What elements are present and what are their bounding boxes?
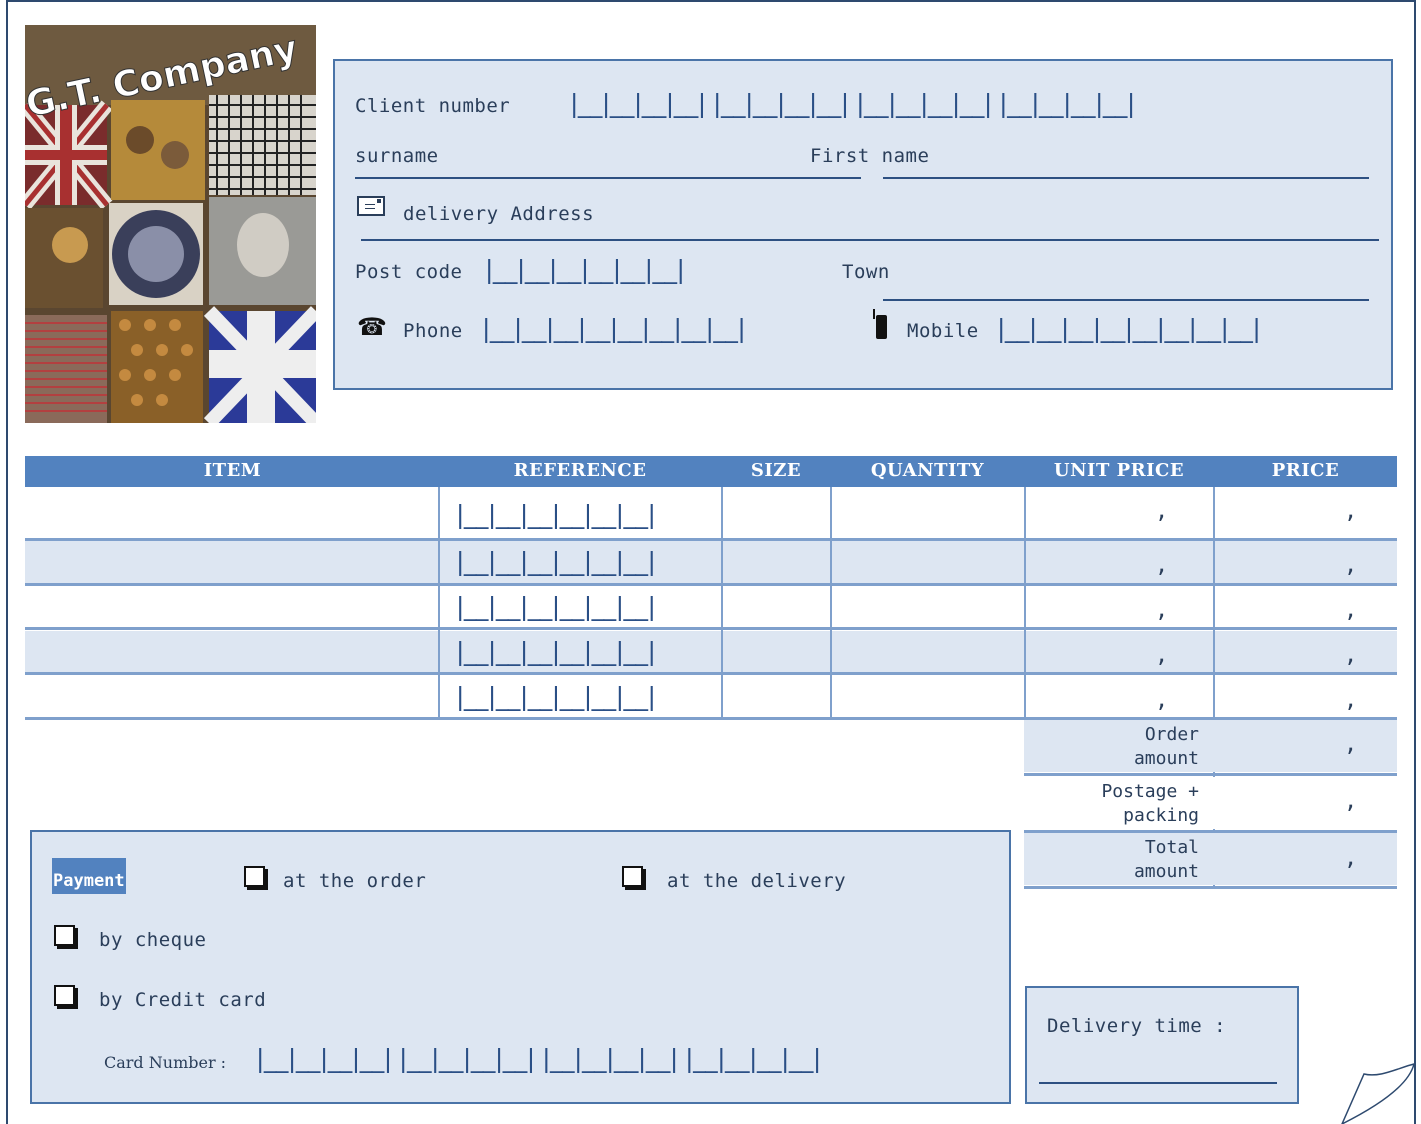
reference-field[interactable]: |__|__|__|__|__|__| [456, 682, 656, 711]
unit-price-separator: , [1155, 553, 1169, 578]
unit-price-separator: , [1155, 688, 1169, 713]
unit-price-separator: , [1155, 598, 1169, 623]
client-number-label: Client number [355, 95, 511, 117]
order-amount-label: Order amount [1133, 724, 1199, 769]
delivery-address-label: delivery Address [403, 203, 595, 225]
town-field[interactable] [883, 299, 1369, 301]
row-divider [1024, 773, 1397, 776]
total-separator: , [1344, 846, 1358, 871]
price-separator: , [1344, 598, 1358, 623]
reference-field[interactable]: |__|__|__|__|__|__| [456, 592, 656, 621]
postage-label: Postage + packing [1101, 781, 1199, 826]
postage-row: Postage + packing [1024, 777, 1397, 829]
unit-price-separator: , [1155, 499, 1169, 524]
row-divider [25, 672, 1397, 675]
at-delivery-checkbox[interactable] [622, 866, 643, 887]
phone-field[interactable]: |__|__|__|__|__|__|__|__| [482, 314, 746, 343]
row-divider [25, 583, 1397, 586]
header-price: PRICE [1271, 460, 1340, 481]
company-logo: G.T. Company [25, 25, 316, 423]
price-separator: , [1344, 553, 1358, 578]
by-cheque-label: by cheque [99, 929, 207, 951]
client-info-panel: Client number |__|__|__|__| |__|__|__|__… [333, 59, 1393, 390]
town-label: Town [842, 261, 890, 283]
price-separator: , [1344, 499, 1358, 524]
first-name-field[interactable] [883, 177, 1369, 179]
order-row [25, 631, 1397, 675]
header-quantity: QUANTITY [870, 460, 985, 481]
column-divider [721, 487, 723, 718]
row-divider [25, 538, 1397, 541]
row-divider [25, 627, 1397, 630]
mobile-field[interactable]: |__|__|__|__|__|__|__|__| [997, 314, 1261, 343]
by-credit-card-label: by Credit card [99, 989, 267, 1011]
at-order-label: at the order [283, 870, 427, 892]
total-amount-row: Total amount [1024, 833, 1397, 885]
page-curl-icon [1341, 1062, 1416, 1124]
delivery-time-field[interactable] [1039, 1082, 1277, 1084]
delivery-time-panel: Delivery time : [1025, 986, 1299, 1104]
price-separator: , [1344, 688, 1358, 713]
order-row [25, 487, 1397, 531]
reference-field[interactable]: |__|__|__|__|__|__| [456, 500, 656, 529]
order-row [25, 676, 1397, 720]
header-unit-price: UNIT PRICE [1053, 460, 1185, 481]
union-flag-blue-tile [203, 306, 316, 423]
column-divider [438, 487, 440, 718]
first-name-label: First name [810, 145, 930, 167]
payment-panel: Payment at the order at the delivery by … [30, 830, 1011, 1104]
orders-table-header: ITEM REFERENCE SIZE QUANTITY UNIT PRICE … [25, 456, 1397, 487]
order-row [25, 541, 1397, 585]
price-separator: , [1344, 643, 1358, 668]
surname-field[interactable] [355, 177, 861, 179]
delivery-address-field[interactable] [361, 239, 1379, 241]
phone-label: Phone [403, 320, 463, 342]
client-number-field[interactable]: |__|__|__|__| |__|__|__|__| |__|__|__|__… [570, 89, 1135, 118]
row-divider [1024, 886, 1397, 889]
card-number-field[interactable]: |__|__|__|__| |__|__|__|__| |__|__|__|__… [256, 1044, 821, 1073]
post-code-field[interactable]: |__|__|__|__|__|__| [485, 255, 685, 284]
post-code-label: Post code [355, 261, 463, 283]
unit-price-separator: , [1155, 643, 1169, 668]
telephone-icon: ☎ [357, 313, 387, 341]
at-order-checkbox[interactable] [244, 866, 265, 887]
by-cheque-checkbox[interactable] [54, 925, 75, 946]
order-amount-separator: , [1344, 732, 1358, 757]
mobile-label: Mobile [907, 320, 979, 342]
column-divider [830, 487, 832, 718]
mobile-phone-icon [873, 309, 887, 339]
delivery-time-label: Delivery time : [1047, 1015, 1227, 1037]
reference-field[interactable]: |__|__|__|__|__|__| [456, 637, 656, 666]
surname-label: surname [355, 145, 439, 167]
total-amount-label: Total amount [1133, 837, 1199, 882]
card-number-label: Card Number : [104, 1053, 227, 1072]
order-amount-row: Order amount [1024, 720, 1397, 772]
header-size: SIZE [750, 460, 802, 481]
header-item: ITEM [203, 460, 262, 481]
header-reference: REFERENCE [513, 460, 647, 481]
payment-title: Payment [52, 858, 126, 894]
order-row [25, 587, 1397, 631]
reference-field[interactable]: |__|__|__|__|__|__| [456, 547, 656, 576]
column-divider [1024, 487, 1026, 718]
at-delivery-label: at the delivery [667, 870, 847, 892]
collage-image: G.T. Company [25, 25, 316, 423]
by-credit-card-checkbox[interactable] [54, 985, 75, 1006]
row-divider [1024, 830, 1397, 833]
postage-separator: , [1344, 789, 1358, 814]
envelope-icon [357, 196, 385, 216]
